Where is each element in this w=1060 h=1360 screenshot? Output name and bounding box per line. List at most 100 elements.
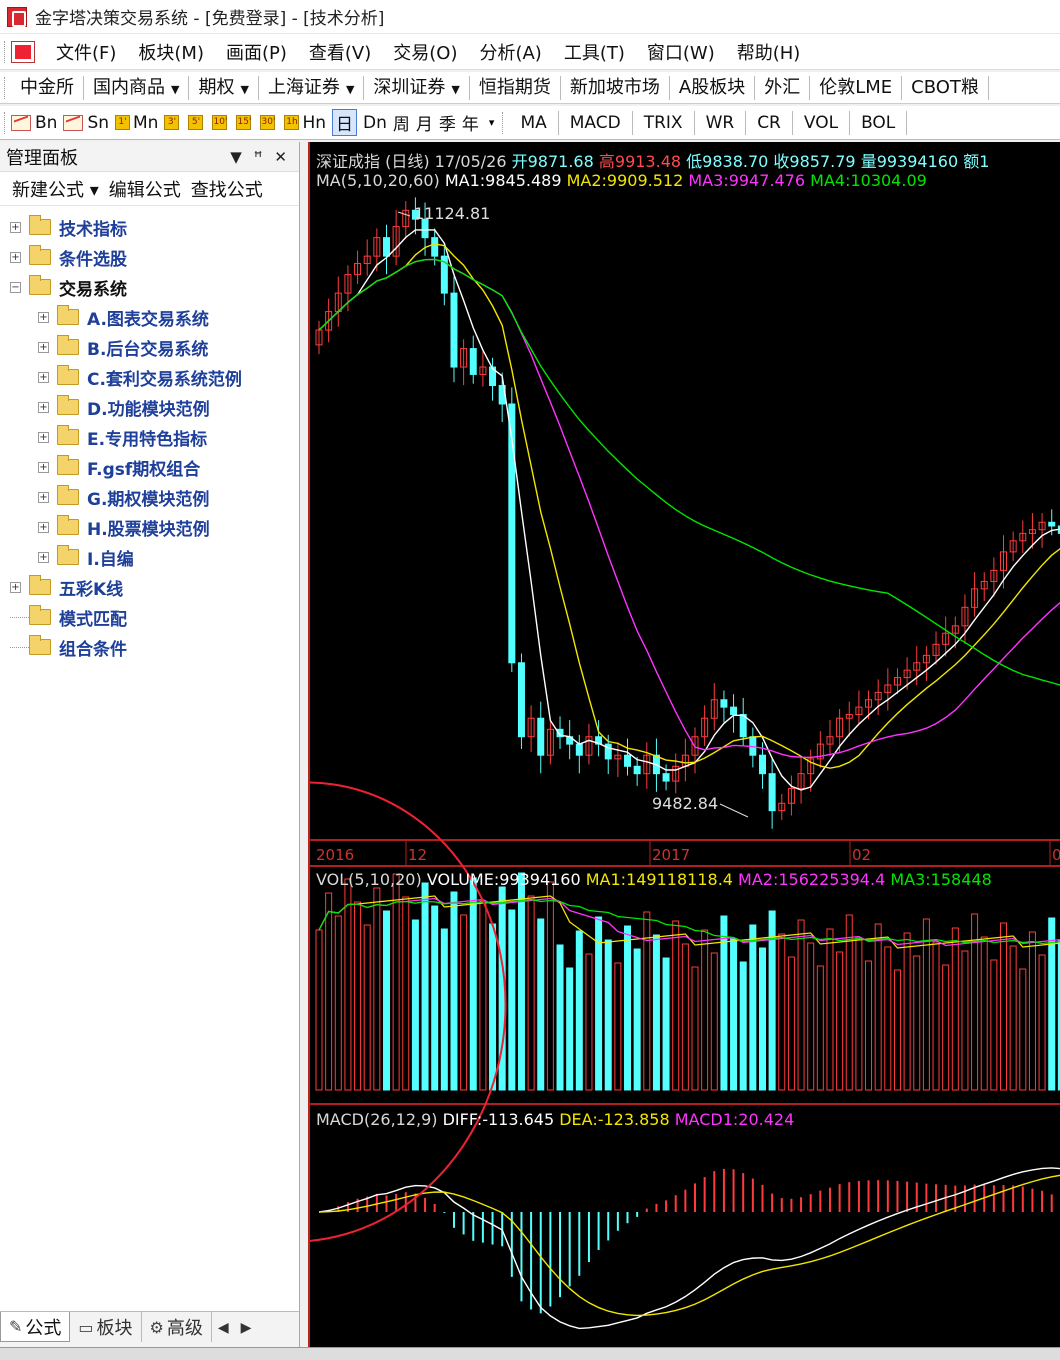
tree-item[interactable]: + G.期权模块范例: [0, 482, 299, 512]
tree-item[interactable]: + E.专用特色指标: [0, 422, 299, 452]
indicator-tab-cr[interactable]: CR: [746, 110, 793, 135]
volume-bar: [1009, 945, 1017, 1091]
tab-scroll-right-icon[interactable]: ▶: [235, 1312, 258, 1344]
indicator-tab-vol[interactable]: VOL: [793, 110, 851, 135]
expand-icon[interactable]: +: [38, 521, 49, 533]
tree-item[interactable]: 模式匹配: [0, 602, 299, 632]
formula-icon: ✎: [9, 1317, 23, 1336]
period-button-3[interactable]: 3': [164, 115, 182, 130]
tab-scroll-left-icon[interactable]: ◀: [212, 1312, 235, 1344]
menu-help[interactable]: 帮助(H): [726, 39, 812, 65]
tab-block[interactable]: ▭ 板块: [70, 1312, 142, 1342]
period-button-8[interactable]: 1h Hn: [284, 113, 326, 133]
tree-item[interactable]: + A.图表交易系统: [0, 302, 299, 332]
edit-formula-button[interactable]: 编辑公式: [109, 176, 181, 202]
period-button-7[interactable]: 30': [260, 115, 278, 130]
menu-trade[interactable]: 交易(O): [382, 39, 468, 65]
tree-item[interactable]: + H.股票模块范例: [0, 512, 299, 542]
tree-item[interactable]: + B.后台交易系统: [0, 332, 299, 362]
period-button-5[interactable]: 10': [212, 115, 230, 130]
volume-bar: [980, 936, 988, 1091]
grip-handle[interactable]: [4, 111, 7, 134]
market-tab-3[interactable]: 上海证券 ▼: [259, 75, 365, 100]
expand-icon[interactable]: +: [38, 431, 49, 443]
chart-canvas[interactable]: [310, 142, 1060, 1347]
menu-block[interactable]: 板块(M): [127, 39, 215, 65]
menu-tools[interactable]: 工具(T): [553, 39, 636, 65]
indicator-tab-wr[interactable]: WR: [695, 110, 747, 135]
expand-icon[interactable]: +: [10, 221, 21, 233]
menu-view[interactable]: 查看(V): [298, 39, 382, 65]
market-tab-5[interactable]: 恒指期货: [470, 75, 561, 100]
period-button-13[interactable]: 季: [439, 110, 456, 135]
grip-handle[interactable]: [502, 111, 505, 134]
menu-analysis[interactable]: 分析(A): [468, 39, 552, 65]
menu-view-screen[interactable]: 画面(P): [215, 39, 298, 65]
window-title: 金字塔决策交易系统 - [免费登录] - [技术分析]: [35, 9, 385, 29]
indicator-tab-ma[interactable]: MA: [509, 110, 559, 135]
period-icon: 1': [115, 115, 131, 130]
tree-item[interactable]: + 技术指标: [0, 212, 299, 242]
period-button-0[interactable]: Bn: [11, 113, 57, 133]
tree-item[interactable]: + F.gsf期权组合: [0, 452, 299, 482]
market-toolbar: 中金所 国内商品 ▼ 期权 ▼ 上海证券 ▼ 深圳证券 ▼ 恒指期货 新加坡市场 A股板块 外汇 伦敦LM…: [0, 72, 1060, 104]
indicator-tab-bol[interactable]: BOL: [850, 110, 908, 135]
tab-advanced[interactable]: ⚙ 高级: [142, 1312, 212, 1342]
chart-area[interactable]: 深证成指 (日线) 17/05/26 开9871.68 高9913.48 低98…: [308, 142, 1060, 1347]
market-tab-1[interactable]: 国内商品 ▼: [84, 75, 190, 100]
grip-handle[interactable]: [4, 76, 7, 99]
market-tab-9[interactable]: 伦敦LME: [810, 75, 903, 100]
indicator-tab-trix[interactable]: TRIX: [633, 110, 695, 135]
expand-icon[interactable]: +: [38, 401, 49, 413]
grip-handle[interactable]: [4, 40, 7, 63]
period-button-1[interactable]: Sn: [63, 113, 109, 133]
collapse-icon[interactable]: −: [10, 281, 21, 293]
close-icon[interactable]: ✕: [274, 148, 287, 166]
period-button-10[interactable]: Dn: [363, 113, 387, 133]
market-tab-10[interactable]: CBOT粮: [902, 75, 989, 100]
tree-item[interactable]: + I.自编: [0, 542, 299, 572]
tree-item[interactable]: + 五彩K线: [0, 572, 299, 602]
expand-icon[interactable]: +: [38, 491, 49, 503]
pin-icon[interactable]: ꟸ: [254, 148, 263, 166]
expand-icon[interactable]: +: [38, 551, 49, 563]
tree-item[interactable]: + 条件选股: [0, 242, 299, 272]
period-button-9[interactable]: 日: [332, 109, 358, 136]
tab-formula[interactable]: ✎ 公式: [0, 1312, 71, 1342]
period-button-11[interactable]: 周: [393, 110, 410, 135]
expand-icon[interactable]: +: [38, 371, 49, 383]
find-formula-button[interactable]: 查找公式: [191, 176, 263, 202]
volume-bar: [787, 956, 795, 1091]
panel-menu-icon[interactable]: ▼: [230, 148, 242, 166]
expand-icon[interactable]: +: [38, 341, 49, 353]
tree-item[interactable]: 组合条件: [0, 632, 299, 662]
market-tab-6[interactable]: 新加坡市场: [561, 75, 670, 100]
folder-icon: [29, 635, 51, 655]
toolbar-overflow-icon[interactable]: ▾: [489, 116, 495, 129]
period-button-4[interactable]: 5': [188, 115, 206, 130]
market-tab-2[interactable]: 期权 ▼: [189, 75, 259, 100]
new-formula-button[interactable]: 新建公式 ▾: [12, 176, 99, 202]
period-button-12[interactable]: 月: [416, 110, 433, 135]
folder-icon: ▭: [78, 1317, 94, 1337]
tree-item[interactable]: + D.功能模块范例: [0, 392, 299, 422]
tree-item[interactable]: − 交易系统: [0, 272, 299, 302]
expand-icon[interactable]: +: [38, 461, 49, 473]
high-price-label: 11124.81: [414, 204, 491, 223]
expand-icon[interactable]: +: [10, 251, 21, 263]
tree-item[interactable]: + C.套利交易系统范例: [0, 362, 299, 392]
expand-icon[interactable]: +: [38, 311, 49, 323]
document-icon[interactable]: [11, 40, 35, 63]
period-button-14[interactable]: 年: [462, 110, 479, 135]
market-tab-0[interactable]: 中金所: [11, 75, 84, 100]
expand-icon[interactable]: +: [10, 581, 21, 593]
period-button-6[interactable]: 15': [236, 115, 254, 130]
market-tab-8[interactable]: 外汇: [755, 75, 811, 100]
menu-window[interactable]: 窗口(W): [636, 39, 726, 65]
indicator-tab-macd[interactable]: MACD: [559, 110, 633, 135]
market-tab-4[interactable]: 深圳证券 ▼: [364, 75, 470, 100]
menu-file[interactable]: 文件(F): [45, 39, 127, 65]
period-button-2[interactable]: 1' Mn: [115, 113, 158, 133]
volume-bar: [556, 944, 564, 1091]
market-tab-7[interactable]: A股板块: [670, 75, 756, 100]
